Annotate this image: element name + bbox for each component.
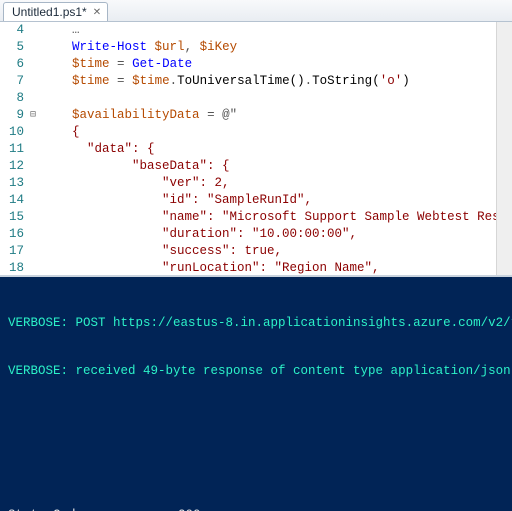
fold-marker bbox=[30, 73, 42, 90]
code-content: "name": "Microsoft Support Sample Webtes… bbox=[42, 209, 512, 226]
code-line: 12 "baseData": { bbox=[0, 158, 512, 175]
line-number: 8 bbox=[0, 90, 30, 107]
fold-marker bbox=[30, 141, 42, 158]
fold-marker bbox=[30, 56, 42, 73]
fold-marker bbox=[30, 124, 42, 141]
verbose-line: VERBOSE: received 49-byte response of co… bbox=[8, 363, 504, 379]
fold-marker bbox=[30, 226, 42, 243]
code-line: 8 bbox=[0, 90, 512, 107]
line-number: 18 bbox=[0, 260, 30, 277]
fold-marker[interactable]: ⊟ bbox=[30, 107, 42, 124]
code-content: $time = $time.ToUniversalTime().ToString… bbox=[42, 73, 512, 90]
code-line: 14 "id": "SampleRunId", bbox=[0, 192, 512, 209]
fold-marker bbox=[30, 260, 42, 277]
terminal-row: StatusCode:200 bbox=[8, 507, 504, 511]
code-content: "baseData": { bbox=[42, 158, 512, 175]
code-line: 15 "name": "Microsoft Support Sample Web… bbox=[0, 209, 512, 226]
line-number: 10 bbox=[0, 124, 30, 141]
line-number: 15 bbox=[0, 209, 30, 226]
line-number: 6 bbox=[0, 56, 30, 73]
code-content: { bbox=[42, 124, 512, 141]
line-number: 11 bbox=[0, 141, 30, 158]
verbose-line: VERBOSE: POST https://eastus-8.in.applic… bbox=[8, 315, 504, 331]
code-line: 18 "runLocation": "Region Name", bbox=[0, 260, 512, 277]
line-number: 14 bbox=[0, 192, 30, 209]
line-number: 9 bbox=[0, 107, 30, 124]
code-line: 10 { bbox=[0, 124, 512, 141]
field-value: 200 bbox=[178, 507, 201, 511]
line-number: 7 bbox=[0, 73, 30, 90]
line-number: 12 bbox=[0, 158, 30, 175]
code-line: 16 "duration": "10.00:00:00", bbox=[0, 226, 512, 243]
line-number: 4 bbox=[0, 22, 30, 39]
code-content: Write-Host $url, $iKey bbox=[42, 39, 512, 56]
tab-label: Untitled1.ps1* bbox=[12, 5, 87, 19]
code-editor[interactable]: 4 …5 Write-Host $url, $iKey6 $time = Get… bbox=[0, 22, 512, 277]
fold-marker bbox=[30, 90, 42, 107]
scrollbar[interactable] bbox=[496, 22, 512, 275]
code-content: "runLocation": "Region Name", bbox=[42, 260, 512, 277]
fold-marker bbox=[30, 192, 42, 209]
line-number: 16 bbox=[0, 226, 30, 243]
tab-bar: Untitled1.ps1* ✕ bbox=[0, 0, 512, 22]
fold-marker bbox=[30, 158, 42, 175]
code-content: … bbox=[42, 22, 512, 39]
fold-marker bbox=[30, 175, 42, 192]
line-number: 17 bbox=[0, 243, 30, 260]
code-line: 13 "ver": 2, bbox=[0, 175, 512, 192]
fold-marker bbox=[30, 39, 42, 56]
code-content: "data": { bbox=[42, 141, 512, 158]
fold-marker bbox=[30, 209, 42, 226]
code-line: 17 "success": true, bbox=[0, 243, 512, 260]
code-line: 4 … bbox=[0, 22, 512, 39]
code-line: 6 $time = Get-Date bbox=[0, 56, 512, 73]
code-line: 7 $time = $time.ToUniversalTime().ToStri… bbox=[0, 73, 512, 90]
code-line: 5 Write-Host $url, $iKey bbox=[0, 39, 512, 56]
code-content bbox=[42, 90, 512, 107]
close-icon[interactable]: ✕ bbox=[93, 7, 101, 18]
code-content: "ver": 2, bbox=[42, 175, 512, 192]
code-content: $availabilityData = @" bbox=[42, 107, 512, 124]
colon: : bbox=[168, 507, 178, 511]
field-label: StatusCode bbox=[8, 507, 168, 511]
fold-marker bbox=[30, 243, 42, 260]
file-tab[interactable]: Untitled1.ps1* ✕ bbox=[3, 2, 108, 21]
code-content: $time = Get-Date bbox=[42, 56, 512, 73]
code-line: 9⊟ $availabilityData = @" bbox=[0, 107, 512, 124]
line-number: 13 bbox=[0, 175, 30, 192]
line-number: 5 bbox=[0, 39, 30, 56]
code-content: "duration": "10.00:00:00", bbox=[42, 226, 512, 243]
fold-marker bbox=[30, 22, 42, 39]
code-content: "success": true, bbox=[42, 243, 512, 260]
terminal-output[interactable]: VERBOSE: POST https://eastus-8.in.applic… bbox=[0, 277, 512, 511]
code-line: 11 "data": { bbox=[0, 141, 512, 158]
code-content: "id": "SampleRunId", bbox=[42, 192, 512, 209]
